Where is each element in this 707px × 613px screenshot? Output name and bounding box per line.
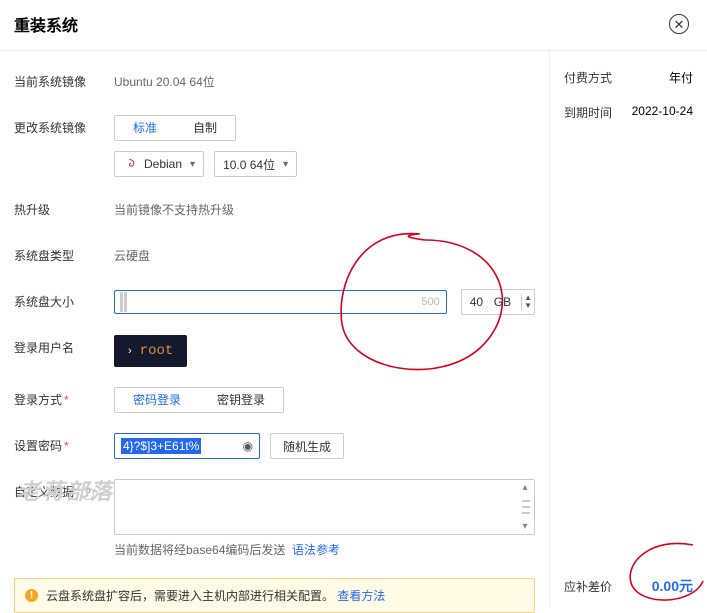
image-source-tabs: 标准 自制 [114,115,236,141]
tab-password-login[interactable]: 密码登录 [114,387,200,413]
label-disk-size: 系统盘大小 [14,289,114,315]
os-version-select[interactable]: 10.0 64位 ▾ [214,151,297,177]
chevron-down-icon: ▾ [283,159,288,170]
modal-title: 重装系统 [14,12,78,36]
password-value: 4}?$]3+E61t% [121,438,201,454]
slider-max: 500 [421,296,441,308]
os-version-value: 10.0 64位 [223,156,275,173]
scrollbar-grip[interactable] [522,500,530,514]
custom-data-hint: 当前数据将经base64编码后发送 语法参考 [114,541,535,558]
chevron-down-icon: ▾ [190,159,195,170]
debian-icon [123,158,136,171]
tab-standard[interactable]: 标准 [114,115,176,141]
label-change-image: 更改系统镜像 [14,115,114,141]
step-down-icon[interactable]: ▼ [524,302,532,310]
disk-size-slider[interactable]: 500 [114,290,447,314]
disk-size-input[interactable]: 40 GB ▲ ▼ [461,289,535,315]
expire-value: 2022-10-24 [632,104,693,121]
label-pay-method: 付费方式 [564,69,612,86]
label-price-diff: 应补差价 [564,578,612,595]
label-disk-type: 系统盘类型 [14,243,114,269]
tab-key-login[interactable]: 密钥登录 [199,388,283,412]
random-password-button[interactable]: 随机生成 [270,433,344,459]
warning-icon: ! [25,589,38,602]
label-custom-data: 自定义数据 ? [14,479,114,505]
disk-size-value: 40 [470,295,488,309]
os-family-select[interactable]: Debian ▾ [114,151,204,177]
label-set-password: 设置密码* [14,433,114,459]
label-login-method: 登录方式* [14,387,114,413]
hot-upgrade-text: 当前镜像不支持热升级 [114,197,535,223]
disk-type-value: 云硬盘 [114,243,535,269]
tab-custom[interactable]: 自制 [175,116,235,140]
close-button[interactable]: ✕ [669,14,689,34]
pay-method-value: 年付 [669,69,693,86]
syntax-reference-link[interactable]: 语法参考 [292,543,340,557]
scroll-up-icon[interactable]: ▴ [518,482,532,493]
slider-handle[interactable] [120,292,123,312]
price-diff-value: 0.00元 [652,576,693,596]
password-input[interactable]: 4}?$]3+E61t% ◉ [114,433,260,459]
help-icon[interactable]: ? [81,487,94,500]
label-expire: 到期时间 [564,104,612,121]
os-family-value: Debian [144,157,182,171]
label-hot-upgrade: 热升级 [14,197,114,223]
scroll-down-icon[interactable]: ▾ [518,521,532,532]
custom-data-textarea[interactable]: ▴ ▾ [114,479,535,535]
eye-icon[interactable]: ◉ [243,439,253,453]
login-method-tabs: 密码登录 密钥登录 [114,387,284,413]
login-user-value: root [140,343,174,359]
disk-size-unit: GB [494,295,511,309]
label-login-user: 登录用户名 [14,335,114,361]
login-user-button[interactable]: › root [114,335,187,367]
disk-size-stepper[interactable]: ▲ ▼ [521,294,532,310]
current-image-value: Ubuntu 20.04 64位 [114,69,535,95]
label-current-image: 当前系统镜像 [14,69,114,95]
resize-warning: ! 云盘系统盘扩容后，需要进入主机内部进行相关配置。 查看方法 [14,578,535,613]
chevron-right-icon: › [128,345,132,357]
